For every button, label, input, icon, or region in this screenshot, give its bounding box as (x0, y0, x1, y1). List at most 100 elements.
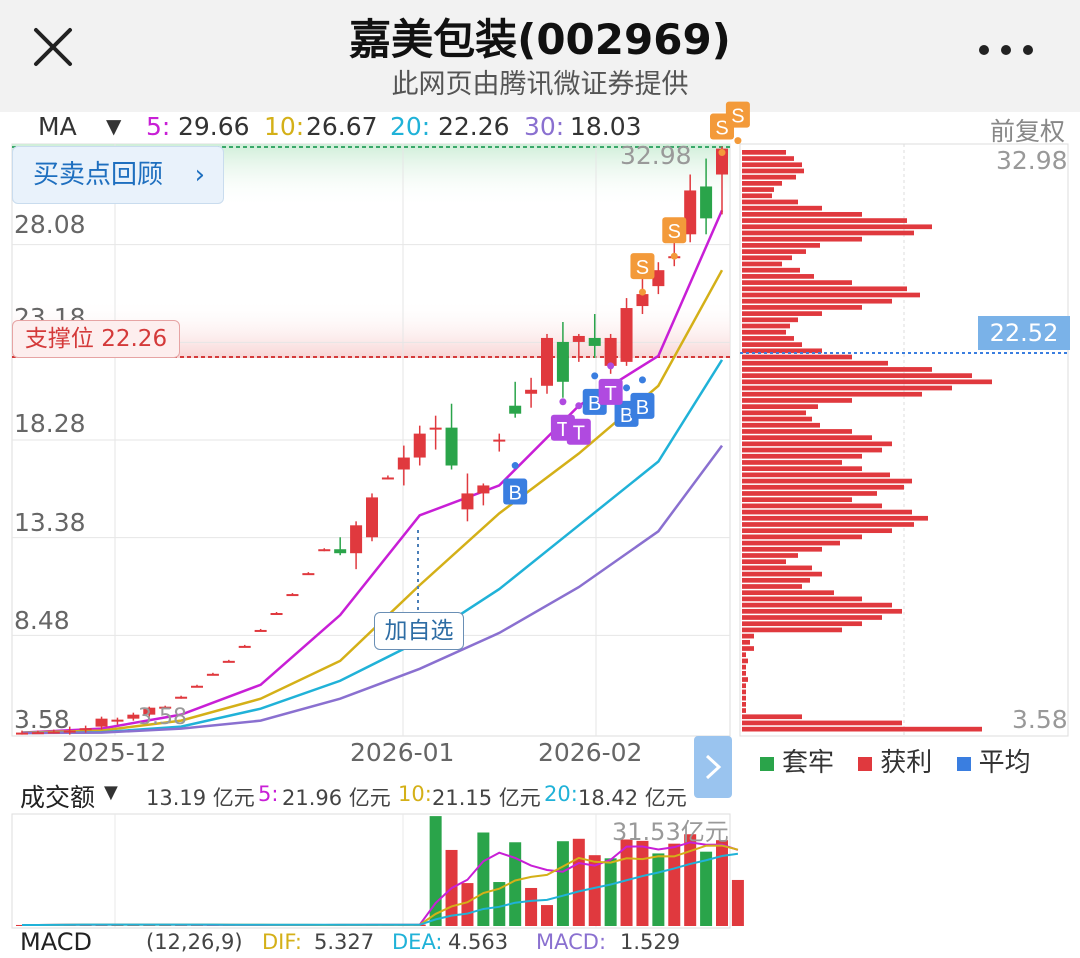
profile-bar (742, 218, 907, 223)
profile-bar (742, 726, 982, 732)
profile-bar (742, 187, 774, 192)
candle-body (413, 433, 426, 458)
profile-bar (742, 311, 822, 316)
profile-bar (742, 230, 914, 236)
profile-bar (742, 336, 794, 341)
candle-body (286, 594, 299, 597)
signal-label: B (509, 483, 522, 505)
profile-bar (742, 720, 902, 726)
current-price-badge: 22.52 (978, 316, 1070, 350)
profile-bar (742, 553, 798, 558)
profile-bar (742, 478, 912, 484)
x-tick-label: 2026-01 (350, 738, 455, 767)
profile-bar (742, 658, 748, 664)
volume-indicator-row: 成交额 ▼ 13.19 亿元 5: 21.96 亿元 10: 21.15 亿元 … (0, 778, 740, 812)
add-watchlist-button[interactable]: 加自选 (374, 612, 464, 650)
profile-bar (742, 280, 852, 285)
volume-bar (604, 858, 617, 926)
profile-bar (742, 484, 904, 490)
profile-bar (742, 162, 802, 168)
candle-body (254, 629, 267, 632)
signal-label: T (573, 423, 585, 445)
max-price-label: 32.98 (620, 141, 692, 170)
signal-dot (591, 372, 599, 380)
chevron-down-icon[interactable]: ▼ (104, 782, 118, 803)
profile-bar (742, 323, 790, 329)
candle-body (366, 497, 378, 538)
profile-bar (742, 298, 892, 304)
profile-bar (742, 571, 822, 577)
profile-bar (742, 602, 892, 608)
profile-bar (742, 199, 798, 205)
profile-bar (742, 267, 800, 273)
volume-bar (556, 841, 569, 926)
candle-body (206, 673, 219, 676)
candle-body (175, 696, 188, 699)
dea-value: 4.563 (448, 930, 509, 954)
profile-bar (742, 546, 822, 552)
volume-bar (461, 883, 474, 926)
volume-bar (525, 887, 538, 926)
signal-dot (734, 137, 742, 145)
profile-bar (742, 398, 852, 403)
volume-bar (716, 840, 728, 926)
profile-bar (742, 391, 922, 397)
candle-body (556, 341, 569, 382)
x-tick-label: 2026-02 (538, 738, 643, 767)
candle-body (572, 335, 585, 342)
candle-body (588, 337, 601, 346)
price-grid (12, 144, 730, 736)
profile-bar (742, 639, 750, 645)
candle-body (541, 337, 553, 386)
ma5-line (21, 209, 724, 734)
dif-label: DIF: (262, 930, 302, 954)
macd-label: MACD: (536, 930, 607, 954)
profile-bar (742, 317, 798, 323)
profile-bar (742, 193, 772, 199)
profile-bar (742, 379, 992, 385)
profile-bar (742, 460, 842, 465)
profile-bar (742, 255, 792, 261)
profile-bar (742, 664, 746, 670)
volume-bar (684, 834, 697, 926)
volume-bar (636, 840, 649, 926)
profile-bar (742, 305, 862, 310)
volume-selector[interactable]: 成交额 (20, 778, 95, 814)
macd-value: 1.529 (620, 930, 681, 954)
volume-bar (541, 905, 553, 926)
profile-bar (742, 168, 804, 174)
legend-swatch (760, 756, 774, 771)
profile-bar (742, 249, 806, 254)
profile-bar (742, 181, 782, 186)
legend-average: 平均 (978, 748, 1031, 778)
signal-dot (607, 362, 615, 370)
volume-bar (477, 832, 490, 926)
chip-profile-bars (742, 150, 992, 732)
trade-review-button[interactable]: 买卖点回顾 › (12, 146, 224, 204)
candle-body (302, 573, 315, 576)
profile-bar (742, 236, 862, 242)
signal-dot (638, 288, 646, 296)
profile-bar (742, 224, 932, 230)
macd-selector[interactable]: MACD (20, 928, 92, 956)
profile-bar (742, 633, 754, 639)
profile-bar (742, 429, 852, 434)
candle-body (381, 477, 394, 480)
signal-dot (670, 252, 678, 260)
dea-label: DEA: (392, 930, 443, 954)
profile-bar (742, 652, 746, 658)
y-tick-label: 18.28 (14, 409, 86, 438)
volume-bar (731, 879, 744, 926)
profile-bar (742, 286, 907, 292)
legend-trapped: 套牢 (782, 748, 835, 778)
profile-bar (742, 422, 820, 428)
candle-body (525, 389, 538, 394)
profile-bar (742, 503, 882, 509)
profile-bar (742, 528, 892, 534)
volume-bar (620, 839, 633, 926)
volume-current: 13.19 亿元 (146, 786, 255, 810)
signal-dot (575, 402, 583, 410)
profile-bar (742, 621, 862, 627)
volume-bar (652, 853, 665, 926)
candle-body (191, 685, 203, 688)
